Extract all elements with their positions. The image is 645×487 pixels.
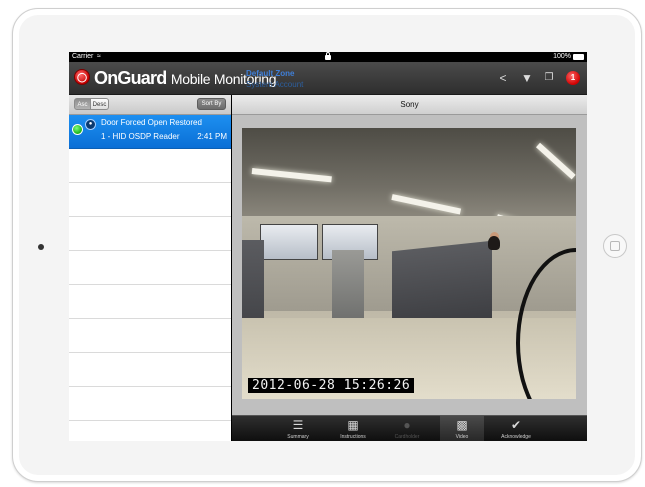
empty-row xyxy=(69,353,231,387)
alarm-time: 2:41 PM xyxy=(197,132,227,141)
tab-instructions-label: Instructions xyxy=(340,434,366,440)
copy-icon[interactable]: ❐ xyxy=(542,71,556,85)
alarm-list-panel: Asc Desc Sort By ● Door Forced Open Rest… xyxy=(69,95,231,441)
cabinet xyxy=(332,250,364,320)
empty-row xyxy=(69,285,231,319)
status-green-icon xyxy=(72,124,83,135)
tab-acknowledge-label: Acknowledge xyxy=(501,434,531,440)
front-camera xyxy=(38,244,44,250)
app-header: ◯ OnGuard Mobile Monitoring Default Zone… xyxy=(69,62,587,95)
alarm-source: 1 - HID OSDP Reader xyxy=(101,132,180,141)
tab-video-label: Video xyxy=(455,434,469,440)
sort-desc-button[interactable]: Desc xyxy=(91,98,109,110)
person xyxy=(488,236,500,250)
battery-icon xyxy=(573,54,584,60)
person-icon: ● xyxy=(403,418,411,432)
zone-subtitle: System Account xyxy=(246,80,304,89)
battery-percent: 100% xyxy=(553,53,571,60)
tab-instructions[interactable]: ▦ Instructions xyxy=(331,416,375,441)
tab-summary[interactable]: ☰ Summary xyxy=(276,416,320,441)
detail-header: Sony xyxy=(232,95,587,115)
sort-by-button[interactable]: Sort By xyxy=(197,98,226,110)
home-square-icon xyxy=(610,241,620,251)
home-button[interactable] xyxy=(603,234,627,258)
empty-row xyxy=(69,319,231,353)
ceiling-light xyxy=(535,142,576,180)
alarm-count-badge[interactable]: 1 xyxy=(566,71,580,85)
tab-cardholder-label: Cardholder xyxy=(394,434,420,440)
book-icon: ▦ xyxy=(347,418,359,432)
ceiling-light xyxy=(391,194,462,215)
tab-acknowledge[interactable]: ✔ Acknowledge xyxy=(494,416,538,441)
empty-row xyxy=(69,217,231,251)
camera-icon: ● xyxy=(85,119,96,130)
list-icon: ☰ xyxy=(292,418,304,432)
filter-icon[interactable]: ▼ xyxy=(519,71,535,85)
alarm-detail-panel: Sony 2012-06-28 15:26:26 xyxy=(232,95,587,441)
tab-video[interactable]: ▩ Video xyxy=(440,416,484,441)
video-feed[interactable]: 2012-06-28 15:26:26 xyxy=(242,128,576,399)
checkmark-icon: ✔ xyxy=(510,418,522,432)
detail-tab-bar: ☰ Summary ▦ Instructions ● Cardholder ▩ … xyxy=(232,415,587,441)
alarm-list: ● Door Forced Open Restored 1 - HID OSDP… xyxy=(69,115,231,441)
empty-row xyxy=(69,387,231,421)
empty-row xyxy=(69,251,231,285)
ceiling-light xyxy=(251,168,332,183)
onguard-logo-icon: ◯ xyxy=(74,69,90,85)
empty-row xyxy=(69,183,231,217)
wifi-icon: ≈ xyxy=(97,53,101,60)
screen: Carrier ≈ 100% ◯ OnGuard Mobile Monitori… xyxy=(69,52,587,441)
zone-title: Default Zone xyxy=(246,69,295,78)
alarm-row[interactable]: ● Door Forced Open Restored 1 - HID OSDP… xyxy=(69,115,231,149)
share-icon[interactable]: < xyxy=(496,71,510,85)
sort-asc-button[interactable]: Asc xyxy=(74,98,91,110)
video-timestamp: 2012-06-28 15:26:26 xyxy=(248,378,415,393)
empty-row xyxy=(69,149,231,183)
brand-main: OnGuard xyxy=(94,68,167,88)
tab-summary-label: Summary xyxy=(287,434,309,440)
sort-toolbar: Asc Desc Sort By xyxy=(69,95,231,115)
status-bar: Carrier ≈ 100% xyxy=(69,52,587,62)
lock-icon xyxy=(325,52,331,60)
office-window xyxy=(260,224,318,260)
carrier-label: Carrier xyxy=(72,53,94,60)
tab-cardholder[interactable]: ● Cardholder xyxy=(385,416,429,441)
alarm-title: Door Forced Open Restored xyxy=(101,118,202,127)
film-icon: ▩ xyxy=(456,418,468,432)
